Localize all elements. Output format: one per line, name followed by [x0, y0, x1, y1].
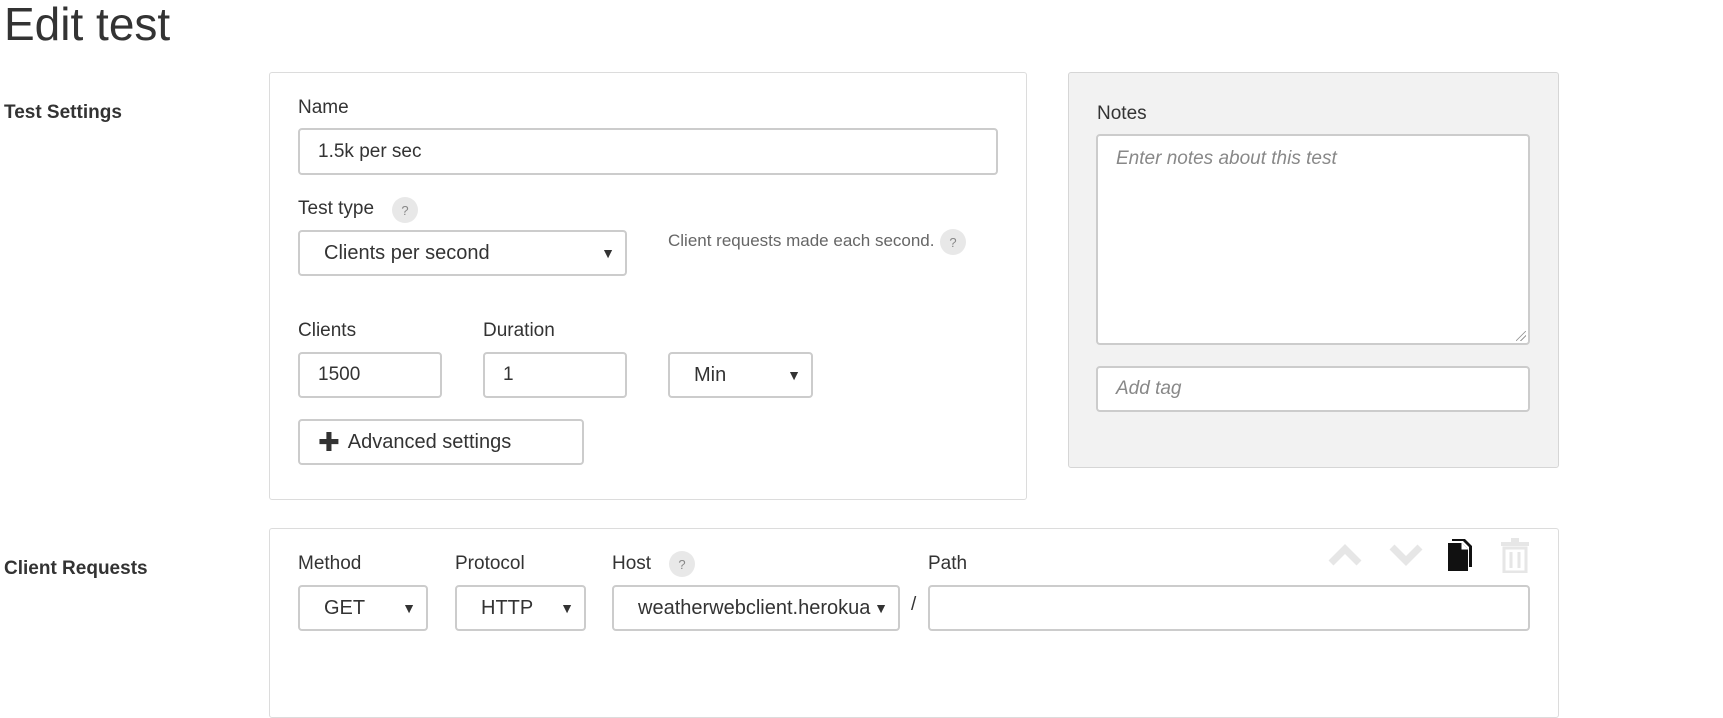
chevron-down-icon	[1389, 544, 1423, 566]
host-select[interactable]: weatherwebclient.herokua ▼	[612, 585, 900, 631]
copy-request-button[interactable]	[1444, 536, 1476, 574]
host-select-value: weatherwebclient.herokua	[638, 596, 871, 619]
test-type-hint: Client requests made each second.	[668, 231, 935, 250]
move-up-icon[interactable]	[1327, 540, 1363, 570]
protocol-label: Protocol	[455, 553, 525, 574]
trash-icon	[1501, 538, 1529, 573]
caret-down-icon: ▼	[402, 600, 416, 616]
add-tag-input[interactable]: Add tag	[1096, 366, 1530, 412]
caret-down-icon: ▼	[787, 367, 801, 383]
name-label: Name	[298, 97, 349, 118]
test-type-select[interactable]: Clients per second ▼	[298, 230, 627, 276]
protocol-select-value: HTTP	[481, 596, 534, 619]
section-label-test-settings: Test Settings	[4, 102, 122, 123]
section-label-client-requests: Client Requests	[4, 558, 148, 579]
test-type-help-icon[interactable]: ?	[392, 197, 418, 223]
method-select-value: GET	[324, 596, 366, 619]
clients-input[interactable]: 1500	[298, 352, 442, 398]
host-help-icon[interactable]: ?	[669, 551, 695, 577]
chevron-up-icon	[1328, 544, 1362, 566]
caret-down-icon: ▼	[601, 245, 615, 261]
test-type-select-value: Clients per second	[324, 241, 490, 264]
notes-placeholder: Enter notes about this test	[1116, 148, 1337, 169]
delete-request-button[interactable]	[1498, 536, 1532, 574]
method-label: Method	[298, 553, 362, 574]
caret-down-icon: ▼	[560, 600, 574, 616]
plus-icon: ✚	[318, 427, 340, 457]
copy-icon	[1448, 539, 1472, 571]
notes-label: Notes	[1097, 103, 1147, 124]
protocol-select[interactable]: HTTP ▼	[455, 585, 586, 631]
advanced-settings-label: Advanced settings	[347, 430, 512, 453]
advanced-settings-button[interactable]: ✚ Advanced settings	[298, 419, 584, 465]
host-label: Host	[612, 553, 652, 574]
test-type-hint-help-icon[interactable]: ?	[940, 229, 966, 255]
duration-unit-select[interactable]: Min ▼	[668, 352, 813, 398]
clients-label: Clients	[298, 320, 357, 341]
path-separator: /	[911, 594, 917, 615]
name-input[interactable]: 1.5k per sec	[298, 128, 998, 175]
page-title: Edit test	[4, 0, 171, 50]
notes-textarea[interactable]: Enter notes about this test	[1096, 134, 1530, 345]
duration-label: Duration	[483, 320, 555, 341]
move-down-icon[interactable]	[1388, 540, 1424, 570]
resize-handle-icon[interactable]	[1516, 331, 1526, 341]
duration-input[interactable]: 1	[483, 352, 627, 398]
caret-down-icon: ▼	[874, 600, 888, 616]
path-label: Path	[928, 553, 968, 574]
test-type-label: Test type	[298, 198, 375, 219]
duration-unit-value: Min	[694, 363, 727, 386]
path-input[interactable]	[928, 585, 1530, 631]
method-select[interactable]: GET ▼	[298, 585, 428, 631]
